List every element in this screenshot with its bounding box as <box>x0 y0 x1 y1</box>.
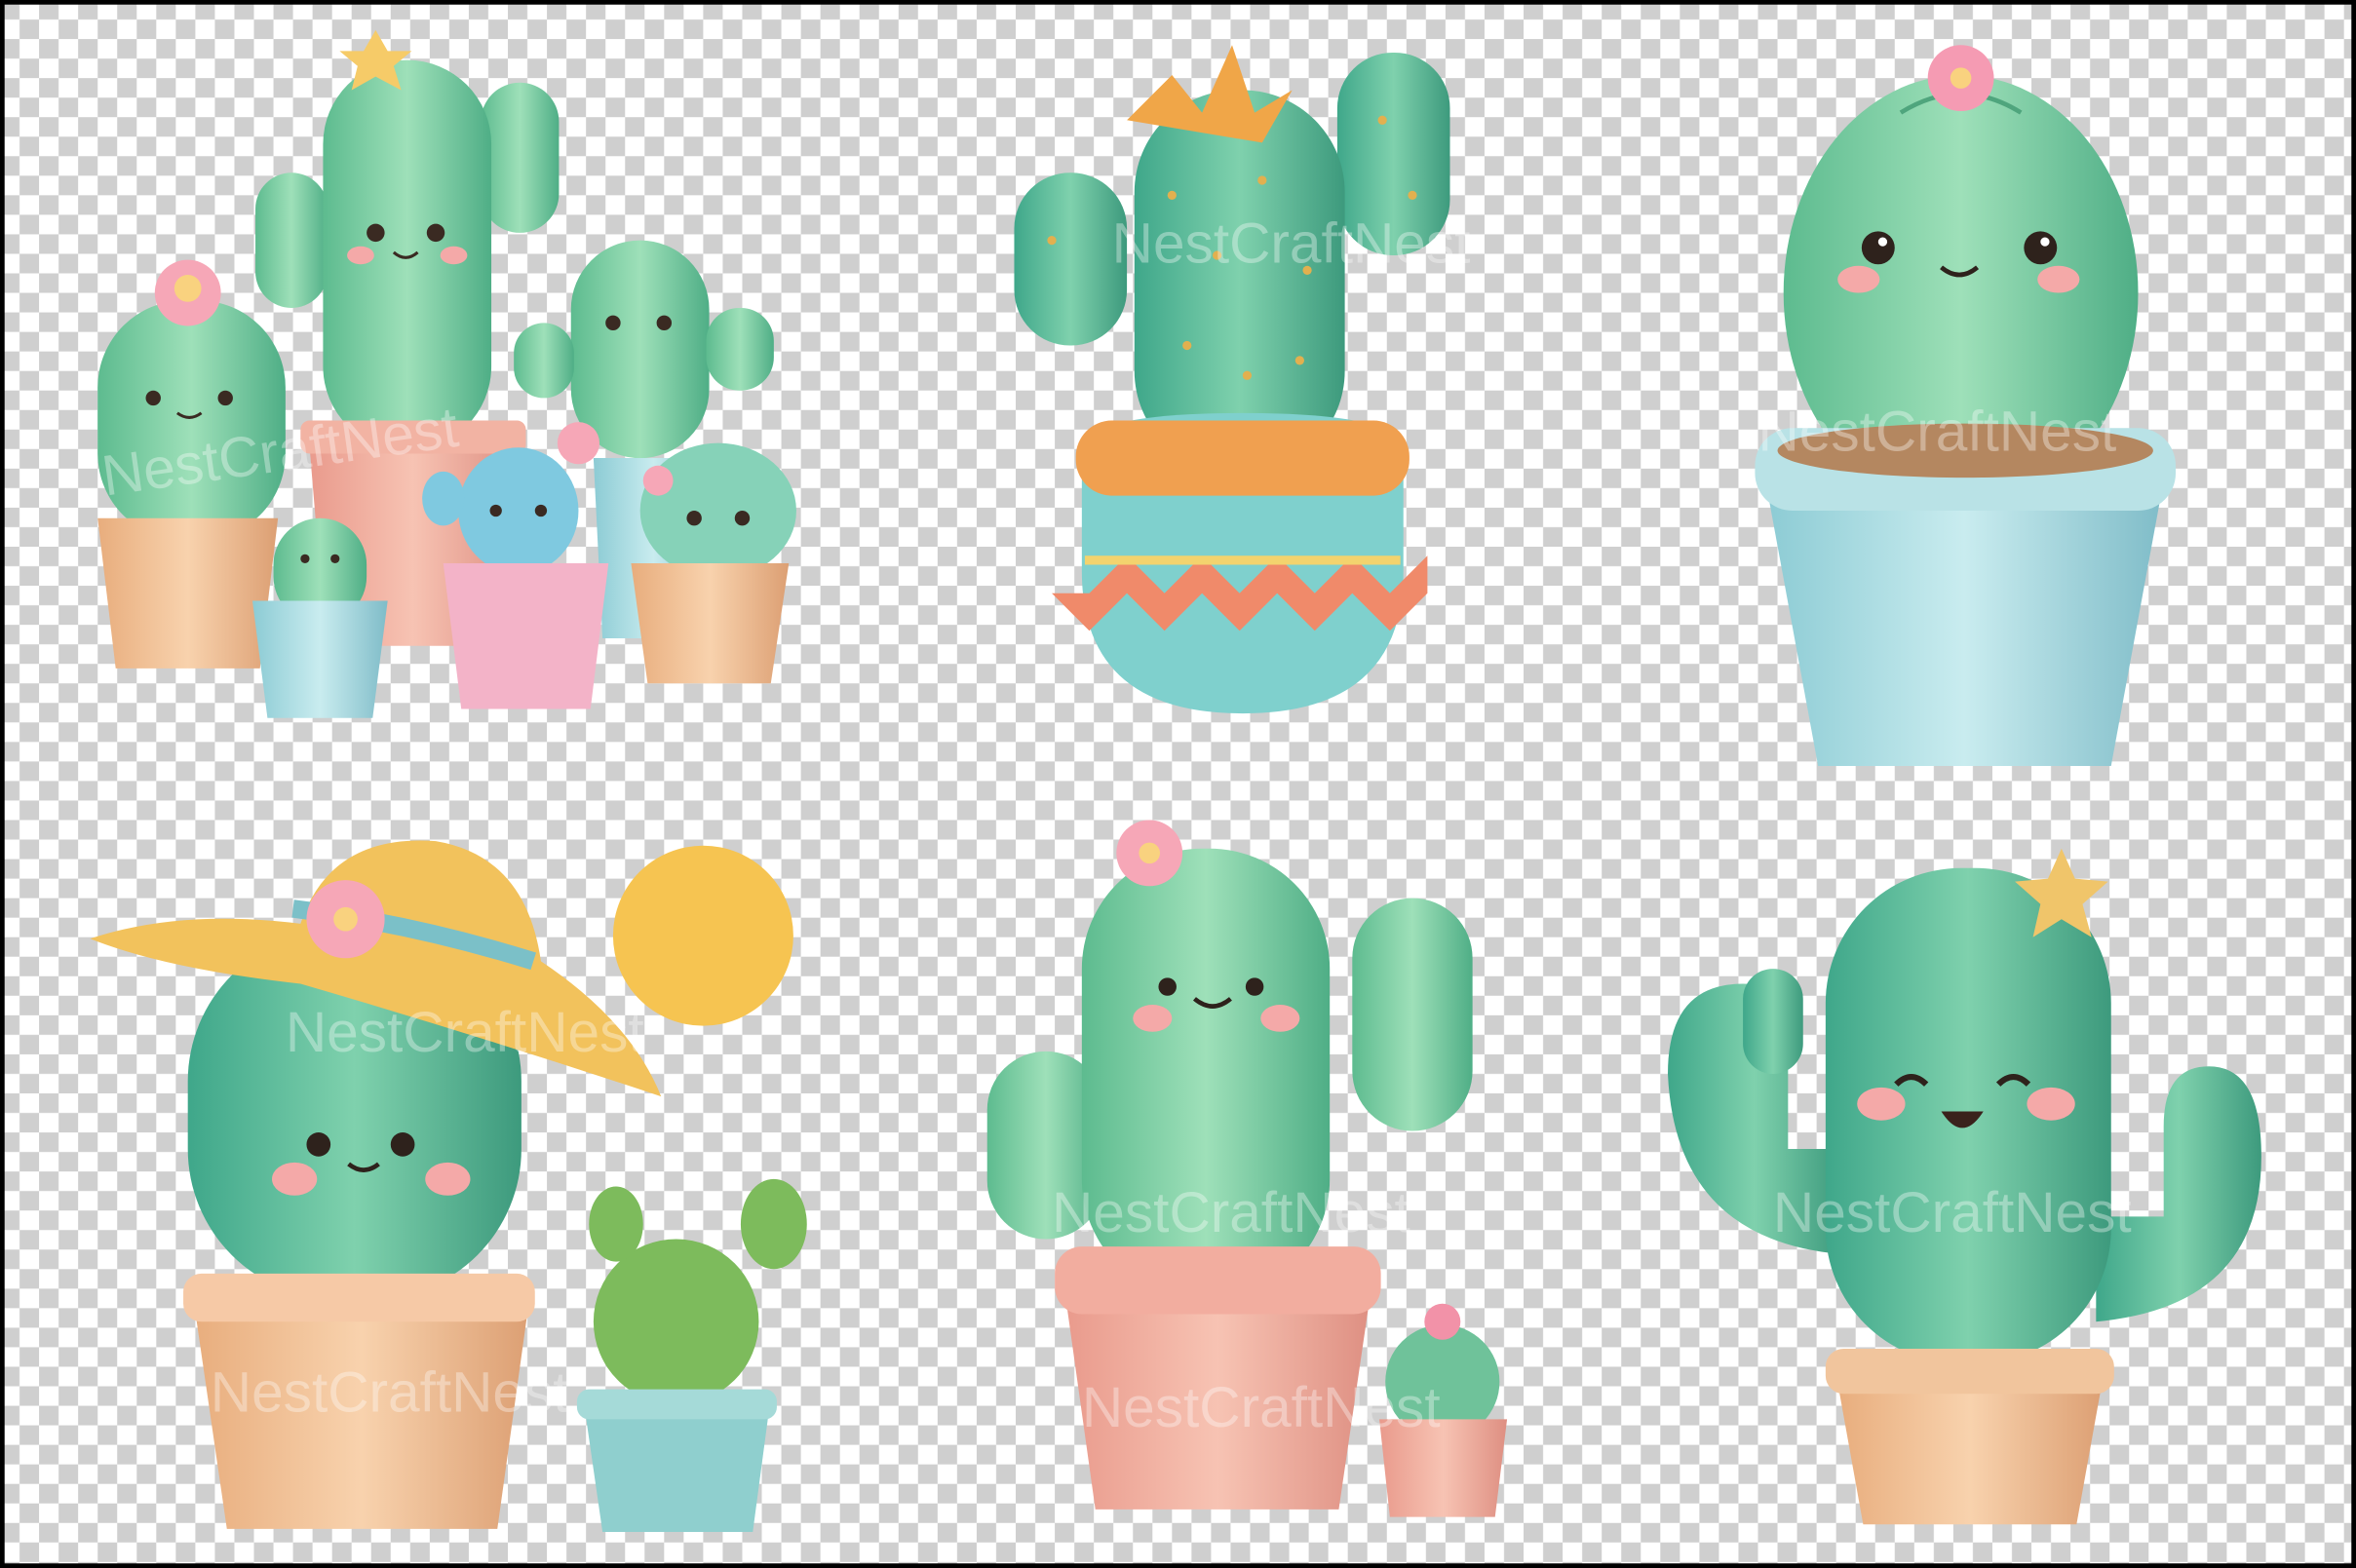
svg-text:NestCraftNest: NestCraftNest <box>211 1361 569 1425</box>
svg-text:NestCraftNest: NestCraftNest <box>1112 212 1471 276</box>
sun-icon <box>613 846 793 1026</box>
clipart-canvas: NestCraftNest NestCraftNest NestCraftNes… <box>0 0 2356 1568</box>
svg-text:NestCraftNest: NestCraftNest <box>1773 1181 2132 1244</box>
svg-text:NestCraftNest: NestCraftNest <box>1052 1181 1410 1244</box>
svg-text:NestCraftNest: NestCraftNest <box>1758 400 2117 463</box>
svg-text:NestCraftNest: NestCraftNest <box>286 1001 644 1064</box>
svg-text:NestCraftNest: NestCraftNest <box>1082 1376 1441 1439</box>
